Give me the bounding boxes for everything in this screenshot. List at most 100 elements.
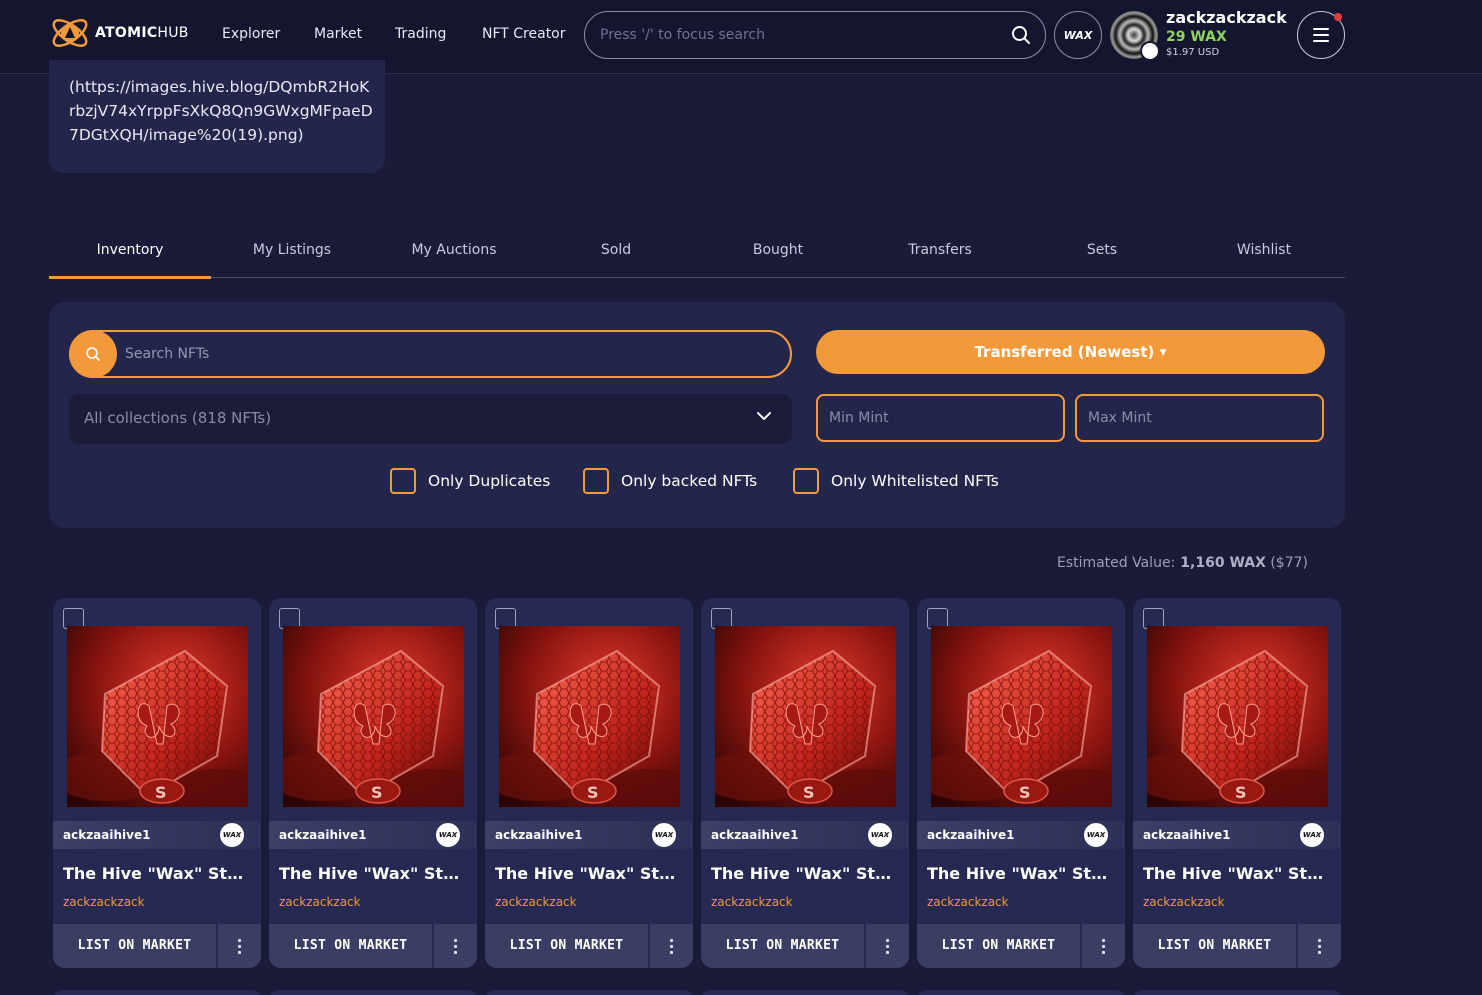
only-whitelisted-label: Only Whitelisted NFTs (831, 472, 999, 490)
nft-title[interactable]: The Hive "Wax" Stamp (927, 864, 1117, 883)
nft-owner[interactable]: zackzackzack (63, 895, 145, 909)
global-search-placeholder: Press '/' to focus search (600, 27, 765, 43)
nft-title[interactable]: The Hive "Wax" Stamp (1143, 864, 1333, 883)
nft-owner[interactable]: zackzackzack (279, 895, 361, 909)
description-text: (https://images.hive.blog/DQmbR2HoKrbzjV… (69, 78, 373, 144)
only-backed-option[interactable]: Only backed NFTs (583, 468, 757, 494)
tab-wishlist[interactable]: Wishlist (1183, 232, 1345, 278)
min-mint-input[interactable]: Min Mint (816, 394, 1065, 442)
tab-inventory[interactable]: Inventory (49, 232, 211, 279)
nft-title[interactable]: The Hive "Wax" Stamp (63, 864, 253, 883)
more-vertical-icon (454, 938, 457, 942)
more-options-button[interactable] (649, 924, 693, 968)
nft-image[interactable]: S (283, 626, 464, 807)
tab-transfers[interactable]: Transfers (859, 232, 1021, 278)
nft-card[interactable]: S ackzaaihive1 WAX The Hive "Wax" Stamp … (917, 598, 1125, 968)
collection-bar[interactable]: ackzaaihive1 WAX (269, 821, 477, 849)
collection-name[interactable]: ackzaaihive1 (495, 828, 582, 842)
only-whitelisted-option[interactable]: Only Whitelisted NFTs (793, 468, 999, 494)
svg-text:S: S (587, 783, 599, 802)
nft-card[interactable]: S ackzaaihive1 WAX The Hive "Wax" Stamp … (1133, 598, 1341, 968)
more-options-button[interactable] (1081, 924, 1125, 968)
collection-bar[interactable]: ackzaaihive1 WAX (917, 821, 1125, 849)
collection-name[interactable]: ackzaaihive1 (927, 828, 1014, 842)
wax-badge-icon (1140, 41, 1160, 61)
nft-search-placeholder: Search NFTs (125, 346, 210, 362)
tab-my-listings[interactable]: My Listings (211, 232, 373, 278)
wax-verified-icon: WAX (220, 823, 244, 847)
nft-image[interactable]: S (931, 626, 1112, 807)
only-duplicates-checkbox[interactable] (390, 468, 416, 494)
only-duplicates-label: Only Duplicates (428, 472, 551, 490)
tab-sets[interactable]: Sets (1021, 232, 1183, 278)
sort-dropdown-button[interactable]: Transferred (Newest) ▼ (816, 330, 1325, 374)
nft-image[interactable]: S (1147, 626, 1328, 807)
collection-name[interactable]: ackzaaihive1 (711, 828, 798, 842)
more-vertical-icon (886, 938, 889, 942)
nav-trading[interactable]: Trading (395, 26, 446, 42)
nft-card[interactable]: S ackzaaihive1 WAX The Hive "Wax" Stamp … (53, 598, 261, 968)
only-duplicates-option[interactable]: Only Duplicates (390, 468, 550, 494)
wax-wallet-button[interactable]: WAX (1054, 11, 1102, 59)
more-options-button[interactable] (1297, 924, 1341, 968)
list-on-market-button[interactable]: LIST ON MARKET (485, 924, 648, 968)
nft-card[interactable]: S ackzaaihive1 WAX The Hive "Wax" Stamp … (269, 598, 477, 968)
nft-image[interactable]: S (499, 626, 680, 807)
collection-name[interactable]: ackzaaihive1 (63, 828, 150, 842)
nft-image[interactable]: S (715, 626, 896, 807)
nft-owner[interactable]: zackzackzack (1143, 895, 1225, 909)
only-whitelisted-checkbox[interactable] (793, 468, 819, 494)
estimated-value-usd: ($77) (1270, 555, 1308, 571)
list-on-market-button[interactable]: LIST ON MARKET (701, 924, 864, 968)
global-search-input[interactable]: Press '/' to focus search (584, 11, 1046, 59)
collection-name[interactable]: ackzaaihive1 (279, 828, 366, 842)
nav-market[interactable]: Market (314, 26, 362, 42)
wax-verified-icon: WAX (868, 823, 892, 847)
nft-card[interactable]: S ackzaaihive1 WAX The Hive "Wax" Stamp … (701, 598, 909, 968)
list-on-market-button[interactable]: LIST ON MARKET (1133, 924, 1296, 968)
list-on-market-button[interactable]: LIST ON MARKET (53, 924, 216, 968)
more-options-button[interactable] (217, 924, 261, 968)
nft-card[interactable]: S ackzaaihive1 WAX The Hive "Wax" Stamp … (485, 598, 693, 968)
collection-name[interactable]: ackzaaihive1 (1143, 828, 1230, 842)
nft-owner[interactable]: zackzackzack (927, 895, 1009, 909)
user-avatar[interactable] (1110, 11, 1160, 61)
svg-text:S: S (1235, 783, 1247, 802)
estimated-value-amount: 1,160 WAX (1180, 555, 1266, 571)
svg-text:S: S (371, 783, 383, 802)
nft-search-input[interactable]: Search NFTs (69, 330, 792, 378)
tab-my-auctions[interactable]: My Auctions (373, 232, 535, 278)
more-vertical-icon (238, 938, 241, 942)
tab-bought[interactable]: Bought (697, 232, 859, 278)
collection-bar[interactable]: ackzaaihive1 WAX (485, 821, 693, 849)
wax-verified-icon: WAX (1084, 823, 1108, 847)
estimated-value: Estimated Value: 1,160 WAX ($77) (1057, 555, 1308, 571)
collection-bar[interactable]: ackzaaihive1 WAX (701, 821, 909, 849)
nft-title[interactable]: The Hive "Wax" Stamp (495, 864, 685, 883)
nav-explorer[interactable]: Explorer (222, 26, 280, 42)
nft-card-next-row (1133, 990, 1341, 995)
list-on-market-button[interactable]: LIST ON MARKET (917, 924, 1080, 968)
nft-image[interactable]: S (67, 626, 248, 807)
nft-owner[interactable]: zackzackzack (711, 895, 793, 909)
user-usd-balance: $1.97 USD (1166, 47, 1220, 58)
collection-select[interactable]: All collections (818 NFTs) (69, 394, 792, 444)
collection-bar[interactable]: ackzaaihive1 WAX (53, 821, 261, 849)
nft-title[interactable]: The Hive "Wax" Stamp (279, 864, 469, 883)
svg-text:S: S (803, 783, 815, 802)
nft-title[interactable]: The Hive "Wax" Stamp (711, 864, 901, 883)
list-on-market-button[interactable]: LIST ON MARKET (269, 924, 432, 968)
search-icon[interactable] (69, 330, 117, 378)
logo-text-bold: ATOMIC (95, 25, 158, 41)
collection-bar[interactable]: ackzaaihive1 WAX (1133, 821, 1341, 849)
tab-sold[interactable]: Sold (535, 232, 697, 278)
only-backed-checkbox[interactable] (583, 468, 609, 494)
atomichub-logo[interactable]: ATOMICHUB (49, 12, 189, 54)
more-options-button[interactable] (865, 924, 909, 968)
more-options-button[interactable] (433, 924, 477, 968)
max-mint-input[interactable]: Max Mint (1075, 394, 1324, 442)
nft-owner[interactable]: zackzackzack (495, 895, 577, 909)
nav-nft-creator[interactable]: NFT Creator (482, 26, 566, 42)
search-icon[interactable] (1011, 25, 1031, 45)
user-name[interactable]: zackzackzack (1166, 8, 1287, 27)
